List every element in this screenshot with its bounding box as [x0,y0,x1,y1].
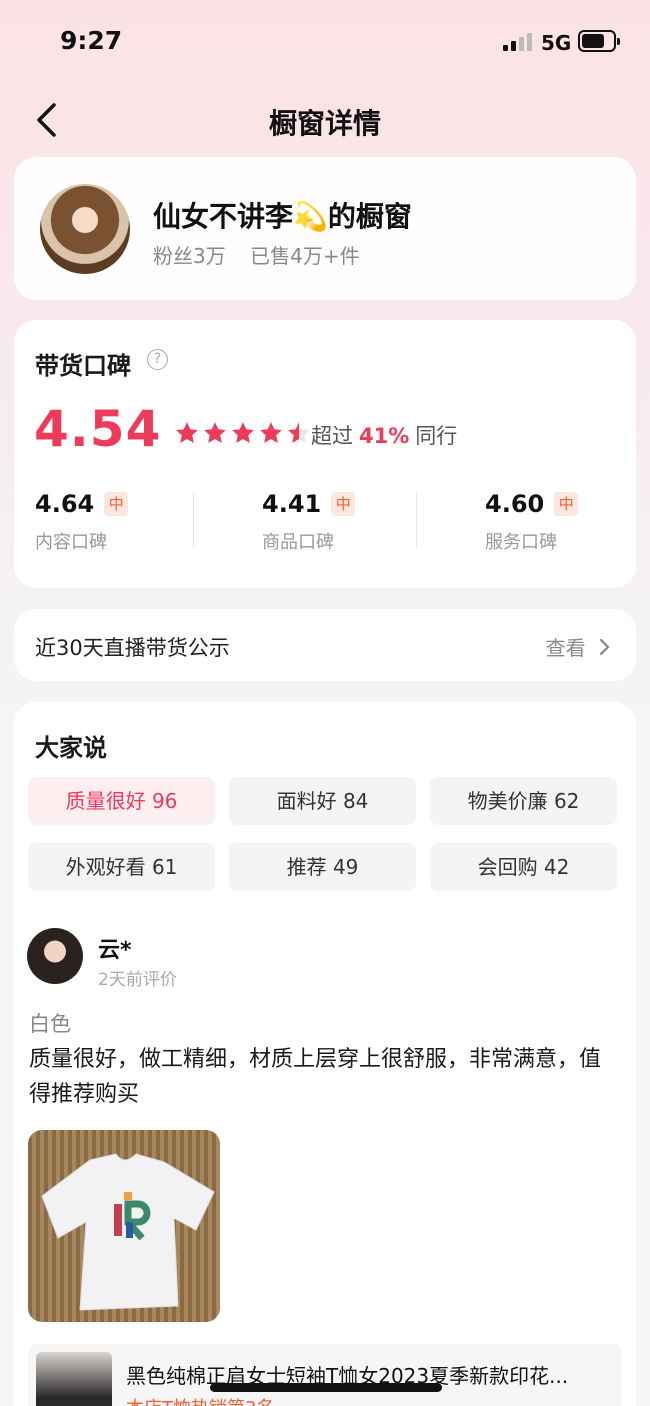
level-badge: 中 [554,492,579,516]
shop-stats: 粉丝3万 已售4万+件 [153,240,378,269]
content-score: 4.64 中 内容口碑 [35,490,195,554]
shop-fans: 粉丝3万 [153,244,226,268]
product-score: 4.41 中 商品口碑 [262,490,422,554]
signal-icon [503,33,533,51]
half-star-icon [288,422,310,443]
level-badge: 中 [331,492,356,516]
level-badge: 中 [104,492,129,516]
review-tag[interactable]: 物美价廉 62 [430,777,617,825]
tshirt-image [41,1153,215,1311]
rating-title: 带货口碑 [35,352,131,380]
page-title: 橱窗详情 [268,107,381,140]
shop-avatar[interactable] [40,184,130,274]
review-tag[interactable]: 面料好 84 [229,777,416,825]
status-time: 9:27 [60,26,123,55]
beat-peers: 超过 41% 同行 [311,424,458,448]
product-thumbnail [36,1352,112,1406]
network-type: 5G [541,31,572,55]
rating-card: 带货口碑 ? 4.54 超过 41% 同行 4.64 中 内容口碑 4.41 中 商品口… [14,320,636,588]
help-icon[interactable]: ? [147,349,168,370]
reviews-section: 大家说 质量很好 96 面料好 84 物美价廉 62 外观好看 61 推荐 49… [14,702,636,1406]
chevron-right-icon [599,638,610,656]
reviewer-avatar [27,928,83,984]
star-icon [232,422,254,443]
review-sku: 白色 [29,1012,71,1036]
shop-sold: 已售4万+件 [250,244,360,268]
review-product-card[interactable]: 黑色纯棉正肩女士短袖T恤女2023夏季新款印花... 本店T恤热销第3名 [28,1344,622,1406]
product-rank: 本店T恤热销第3名 [126,1394,274,1406]
home-indicator [210,1383,442,1392]
overall-score: 4.54 [34,400,162,458]
reviewer-name: 云* [98,938,132,963]
divider [416,492,417,548]
divider [193,492,194,548]
review-time: 2天前评价 [98,970,177,990]
service-score: 4.60 中 服务口碑 [485,490,645,554]
review-tag[interactable]: 推荐 49 [229,843,416,891]
reviews-title: 大家说 [35,734,107,762]
review-text: 质量很好，做工精细，材质上层穿上很舒服，非常满意，值得推荐购买 [29,1047,602,1107]
live-notice-text: 近30天直播带货公示 [35,636,230,660]
review-tag[interactable]: 会回购 42 [430,843,617,891]
shop-card[interactable]: 仙女不讲李💫的橱窗 粉丝3万 已售4万+件 [14,157,636,300]
view-link[interactable]: 查看 [546,632,610,661]
shop-name: 仙女不讲李💫的橱窗 [153,200,412,233]
review-photo[interactable] [28,1130,220,1322]
star-icon [176,422,198,443]
nav-bar: 橱窗详情 [0,92,650,148]
star-icon [260,422,282,443]
status-bar: 9:27 5G [0,0,650,80]
review-tag[interactable]: 外观好看 61 [28,843,215,891]
star-icon [204,422,226,443]
battery-icon [578,30,620,52]
review-tag[interactable]: 质量很好 96 [28,777,215,825]
live-notice-row[interactable]: 近30天直播带货公示 查看 [14,609,636,681]
